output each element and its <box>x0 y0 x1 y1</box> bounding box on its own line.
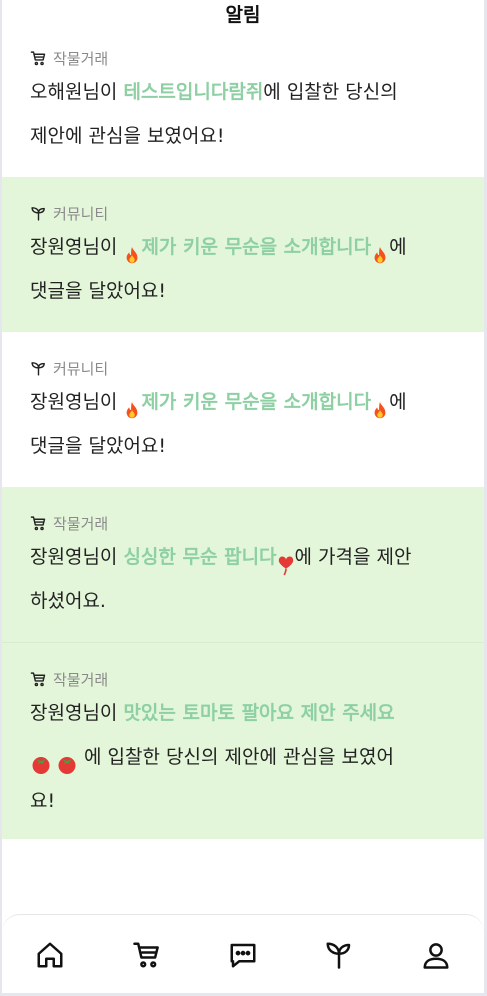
post-title-link[interactable]: 테스트입니다람쥐 <box>123 81 263 103</box>
notification-item[interactable]: 커뮤니티 장원영님이 제가 키운 무순을 소개합니다 에 댓글을 달았어요! <box>2 332 484 487</box>
nav-community-button[interactable] <box>319 935 359 975</box>
tomato-icon <box>30 747 52 774</box>
sprout-icon <box>326 942 351 969</box>
cart-icon <box>30 671 46 686</box>
notification-message: 장원영님이 맛있는 토마토 팔아요 제안 주세요 에 입찰한 당신의 제안에 관… <box>30 691 456 823</box>
person-icon <box>423 942 449 969</box>
message-text-line2: 제안에 관심을 보였어요! <box>30 125 225 147</box>
heart-icon <box>277 548 295 575</box>
actor-name: 장원영님이 <box>30 546 124 568</box>
notification-message: 장원영님이 제가 키운 무순을 소개합니다 에 댓글을 달았어요! <box>30 380 456 468</box>
category-label: 작물거래 <box>30 667 456 691</box>
nav-home-button[interactable] <box>30 935 70 975</box>
nav-chat-button[interactable] <box>223 935 263 975</box>
post-title-link[interactable]: 싱싱한 무순 팝니다 <box>123 546 276 568</box>
message-text: 에 입찰한 당신의 <box>263 81 398 103</box>
notification-item[interactable]: 작물거래 장원영님이 싱싱한 무순 팝니다 에 가격을 제안 하셨어요. <box>2 487 484 642</box>
category-text: 작물거래 <box>53 49 109 68</box>
tomato-icon <box>56 747 78 774</box>
nav-profile-button[interactable] <box>416 935 456 975</box>
notification-item[interactable]: 작물거래 장원영님이 맛있는 토마토 팔아요 제안 주세요 에 입찰한 당신의 … <box>2 642 484 839</box>
notification-message: 장원영님이 싱싱한 무순 팝니다 에 가격을 제안 하셨어요. <box>30 535 456 623</box>
message-text: 에 <box>389 391 407 413</box>
message-text-line2: 댓글을 달았어요! <box>30 435 167 457</box>
actor-name: 장원영님이 <box>30 236 124 258</box>
category-label: 작물거래 <box>30 46 456 70</box>
post-title-link[interactable]: 제가 키운 무순을 소개합니다 <box>141 391 371 413</box>
notification-message: 오해원님이 테스트입니다람쥐에 입찰한 당신의 제안에 관심을 보였어요! <box>30 70 456 158</box>
category-label: 커뮤니티 <box>30 201 456 225</box>
cart-icon <box>30 50 46 65</box>
category-text: 작물거래 <box>53 670 109 689</box>
chat-icon <box>230 943 256 967</box>
actor-name: 장원영님이 <box>30 391 124 413</box>
message-text: 에 입찰한 당신의 제안에 관심을 보였어 <box>78 746 394 768</box>
page-title: 알림 <box>225 4 261 26</box>
fire-icon <box>371 393 389 418</box>
category-text: 커뮤니티 <box>53 204 109 223</box>
fire-icon <box>123 238 141 263</box>
post-title-link[interactable]: 제가 키운 무순을 소개합니다 <box>141 236 371 258</box>
message-text-line2: 댓글을 달았어요! <box>30 280 167 302</box>
notification-message: 장원영님이 제가 키운 무순을 소개합니다 에 댓글을 달았어요! <box>30 225 456 313</box>
message-text: 에 <box>389 236 407 258</box>
post-title-link[interactable]: 맛있는 토마토 팔아요 제안 주세요 <box>123 702 394 724</box>
notification-item[interactable]: 커뮤니티 장원영님이 제가 키운 무순을 소개합니다 에 댓글을 달았어요! <box>2 177 484 332</box>
message-text-line2: 하셨어요. <box>30 590 106 612</box>
sprout-icon <box>31 206 45 221</box>
category-label: 작물거래 <box>30 511 456 535</box>
category-label: 커뮤니티 <box>30 356 456 380</box>
actor-name: 오해원님이 <box>30 81 124 103</box>
fire-icon <box>123 393 141 418</box>
message-text: 에 가격을 제안 <box>294 546 412 568</box>
home-icon <box>37 942 63 967</box>
notifications-screen: 알림 작물거래 오해원님이 테스트입니다람쥐에 입찰한 당신의 제안에 관심을 … <box>2 0 484 993</box>
cart-icon <box>30 515 46 530</box>
cart-icon <box>132 942 159 967</box>
sprout-icon <box>31 361 45 376</box>
category-text: 작물거래 <box>53 514 109 533</box>
notification-item[interactable]: 작물거래 오해원님이 테스트입니다람쥐에 입찰한 당신의 제안에 관심을 보였어… <box>2 34 484 177</box>
bottom-navigation <box>2 914 484 993</box>
message-text-line2: 요! <box>30 790 56 812</box>
fire-icon <box>371 238 389 263</box>
category-text: 커뮤니티 <box>53 359 109 378</box>
actor-name: 장원영님이 <box>30 702 124 724</box>
nav-trade-button[interactable] <box>127 935 167 975</box>
